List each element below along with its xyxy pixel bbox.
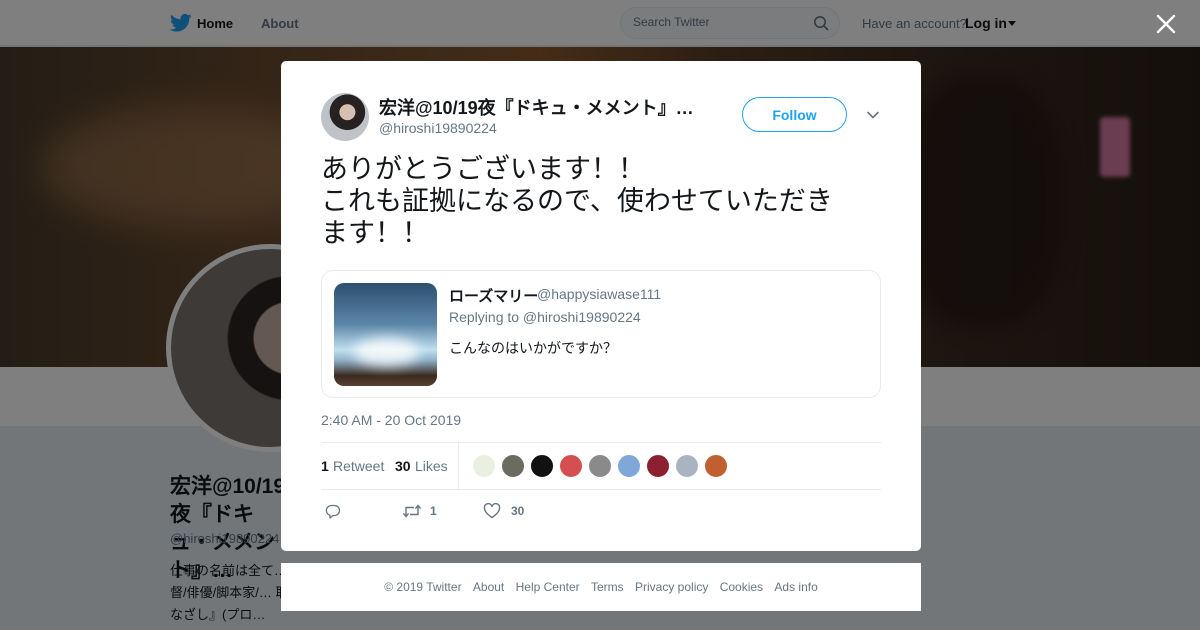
author-name[interactable]: 宏洋@10/19夜『ドキュ・メメント』… — [379, 94, 699, 120]
action-retweet-count: 1 — [430, 504, 437, 518]
tweet-modal: 宏洋@10/19夜『ドキュ・メメント』… @hiroshi19890224 Fo… — [281, 61, 921, 551]
footer-privacy-link[interactable]: Privacy policy — [635, 580, 708, 594]
footer-terms-link[interactable]: Terms — [591, 580, 624, 594]
liker-avatar[interactable] — [646, 454, 670, 478]
retweet-label[interactable]: Retweet — [333, 458, 384, 474]
tweet-actions: 1 30 — [321, 501, 881, 521]
quoted-author-name: ローズマリー — [449, 288, 539, 305]
liker-avatar[interactable] — [530, 454, 554, 478]
liker-avatar[interactable] — [588, 454, 612, 478]
heart-icon[interactable] — [483, 503, 501, 519]
author-handle[interactable]: @hiroshi19890224 — [379, 120, 497, 136]
follow-button[interactable]: Follow — [742, 97, 847, 132]
stats-divider — [458, 443, 459, 490]
liker-avatar[interactable] — [704, 454, 728, 478]
liker-avatar[interactable] — [472, 454, 496, 478]
quoted-tweet-text: こんなのはいかがですか？ — [449, 340, 617, 356]
tweet-stats: 1 Retweet 30 Likes — [321, 442, 881, 490]
liker-avatar[interactable] — [501, 454, 525, 478]
retweet-count[interactable]: 1 — [321, 458, 329, 474]
chevron-down-icon[interactable] — [866, 108, 880, 122]
tweet-timestamp[interactable]: 2:40 AM - 20 Oct 2019 — [321, 412, 461, 428]
footer-help-link[interactable]: Help Center — [516, 580, 580, 594]
likes-label[interactable]: Likes — [415, 458, 448, 474]
liker-avatar[interactable] — [675, 454, 699, 478]
footer-cookies-link[interactable]: Cookies — [720, 580, 763, 594]
reply-icon[interactable] — [325, 503, 341, 519]
quoted-tweet[interactable]: ローズマリー @happysiawase111 Replying to @hir… — [321, 270, 881, 398]
retweet-icon[interactable] — [402, 503, 422, 519]
footer-copyright: © 2019 Twitter — [384, 580, 462, 594]
liker-avatar[interactable] — [559, 454, 583, 478]
footer-about-link[interactable]: About — [473, 580, 504, 594]
footer: © 2019 Twitter About Help Center Terms P… — [281, 563, 921, 611]
like-count[interactable]: 30 — [395, 458, 411, 474]
close-icon[interactable] — [1155, 13, 1177, 35]
quoted-tweet-image[interactable] — [334, 283, 437, 386]
quoted-author-handle: @happysiawase111 — [537, 286, 662, 302]
author-avatar[interactable] — [321, 93, 369, 141]
quoted-replying-to: Replying to @hiroshi19890224 — [449, 309, 641, 325]
footer-ads-link[interactable]: Ads info — [774, 580, 817, 594]
tweet-text: ありがとうございます！！ これも証拠になるので、使わせていただき ます！！ — [321, 154, 833, 248]
liker-avatar[interactable] — [617, 454, 641, 478]
action-like-count: 30 — [511, 504, 525, 518]
